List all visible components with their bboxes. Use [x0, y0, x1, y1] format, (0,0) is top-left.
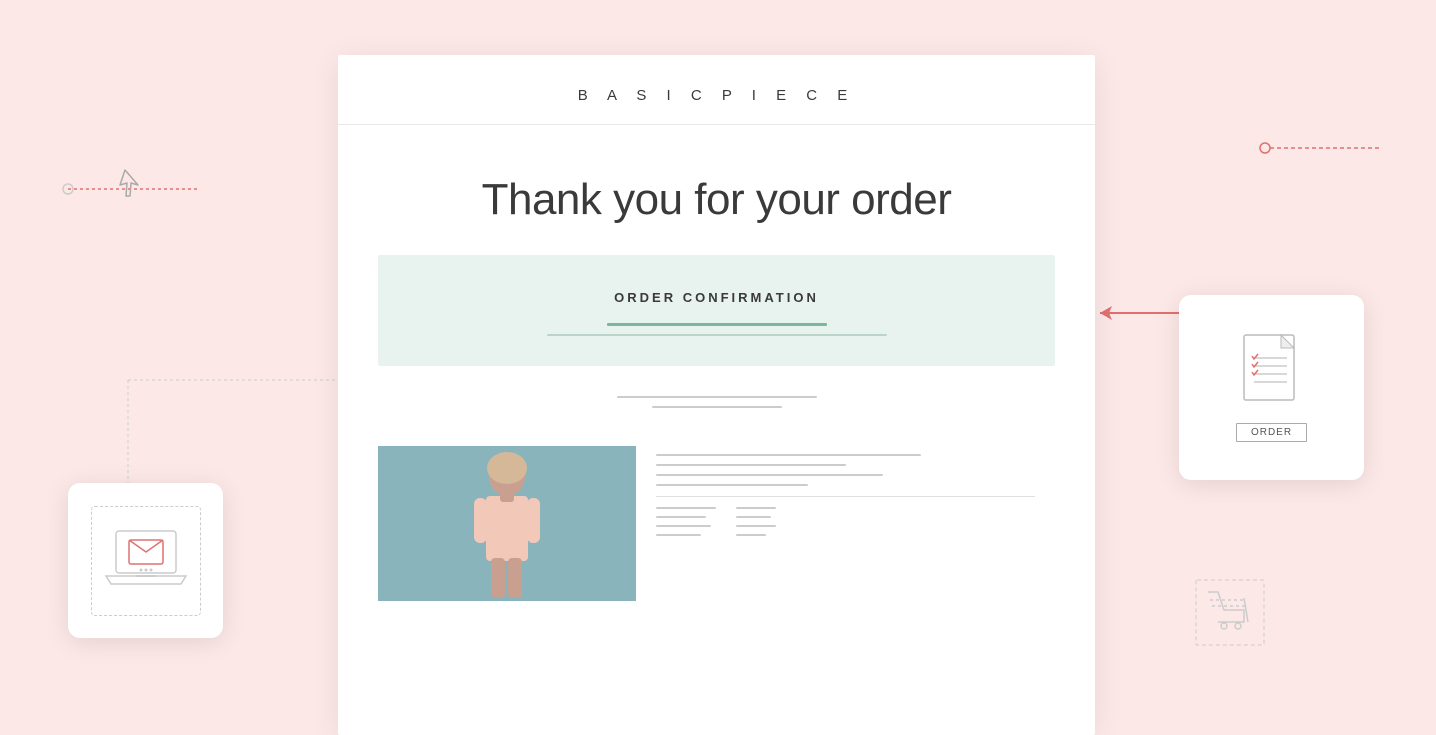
email-card: B A S I C P I E C E Thank you for your o… [338, 55, 1095, 735]
thank-you-title: Thank you for your order [398, 175, 1035, 225]
order-confirmation-label: ORDER CONFIRMATION [418, 290, 1015, 305]
price-col-2 [736, 507, 776, 536]
order-line-accent [607, 323, 827, 326]
order-line-secondary [547, 334, 887, 336]
price-line-2 [656, 516, 706, 518]
thank-you-section: Thank you for your order [338, 125, 1095, 255]
price-line-4 [656, 534, 701, 536]
price-col-1 [656, 507, 716, 536]
email-laptop-icon [101, 526, 191, 596]
order-doc-card: ORDER [1179, 295, 1364, 480]
content-line-2 [652, 406, 782, 408]
content-line-1 [617, 396, 817, 398]
product-details [636, 446, 1055, 601]
detail-line-4 [656, 484, 808, 486]
price-line-8 [736, 534, 766, 536]
details-separator [656, 496, 1035, 497]
order-confirmation-banner: ORDER CONFIRMATION [378, 255, 1055, 366]
content-lines [338, 366, 1095, 436]
order-doc-button[interactable]: ORDER [1236, 423, 1307, 442]
detail-line-1 [656, 454, 921, 456]
product-image [378, 446, 636, 601]
email-header: B A S I C P I E C E [338, 55, 1095, 125]
detail-line-3 [656, 474, 883, 476]
price-line-3 [656, 525, 711, 527]
brand-name: B A S I C P I E C E [398, 87, 1035, 104]
order-document-icon [1239, 333, 1304, 413]
email-widget-inner [91, 506, 201, 616]
price-lines [656, 507, 1035, 536]
product-section [378, 446, 1055, 601]
price-line-1 [656, 507, 716, 509]
detail-line-2 [656, 464, 846, 466]
price-line-7 [736, 525, 776, 527]
email-widget-card [68, 483, 223, 638]
price-line-5 [736, 507, 776, 509]
price-line-6 [736, 516, 771, 518]
